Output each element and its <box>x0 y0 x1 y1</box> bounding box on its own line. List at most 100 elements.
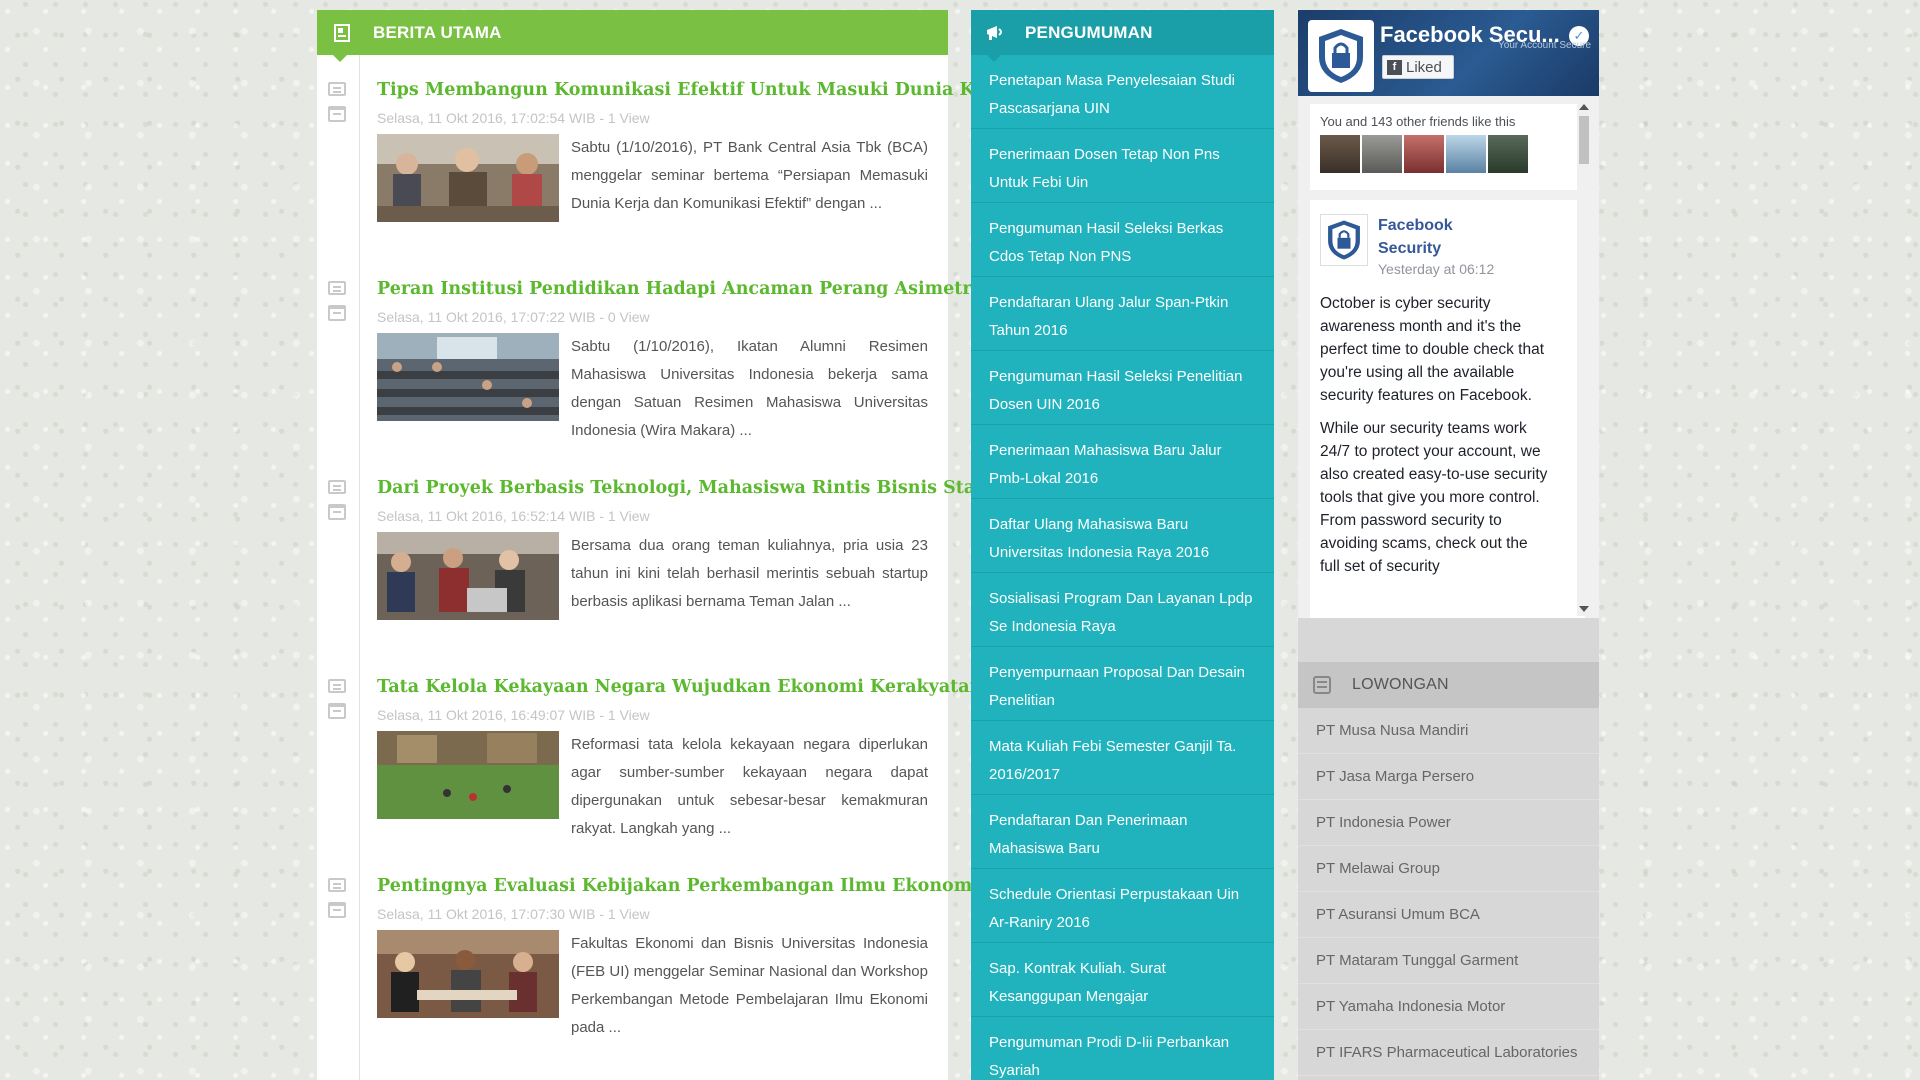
announcement-list: Penetapan Masa Penyelesaian Studi Pascas… <box>971 55 1274 1080</box>
job-item[interactable]: PT Jasa Marga Persero <box>1298 754 1599 800</box>
megaphone-icon <box>985 23 1005 43</box>
calendar-icon <box>328 902 346 918</box>
scroll-down-icon[interactable] <box>1579 606 1589 612</box>
widget-spacer <box>1298 618 1599 662</box>
jobs-list: PT Musa Nusa Mandiri PT Jasa Marga Perse… <box>1298 708 1599 1076</box>
post-author-link[interactable]: Facebook Security <box>1378 214 1498 260</box>
liked-label: Liked <box>1406 58 1442 76</box>
facebook-post: Facebook Security Yesterday at 06:12 Oct… <box>1310 200 1585 620</box>
friends-like-text: You and 143 other friends like this <box>1320 114 1516 129</box>
job-item[interactable]: PT Melawai Group <box>1298 846 1599 892</box>
announcement-item[interactable]: Schedule Orientasi Perpustakaan Uin Ar-R… <box>971 869 1274 943</box>
article-excerpt: Sabtu (1/10/2016), Ikatan Alumni Resimen… <box>571 338 928 439</box>
avatar[interactable] <box>1320 135 1360 173</box>
facebook-cover[interactable]: Facebook Secu... ✓ f Liked Your Account … <box>1298 10 1599 96</box>
news-header: BERITA UTAMA <box>317 10 948 62</box>
news-article: Tata Kelola Kekayaan Negara Wujudkan Eko… <box>317 677 982 878</box>
announcement-item[interactable]: Pengumuman Hasil Seleksi Berkas Cdos Tet… <box>971 203 1274 277</box>
article-excerpt: Reformasi tata kelola kekayaan negara di… <box>571 736 928 837</box>
friend-avatars <box>1320 135 1575 173</box>
article-meta: Selasa, 11 Okt 2016, 17:07:30 WIB - 1 Vi… <box>377 906 650 922</box>
news-article: Tips Membangun Komunikasi Efektif Untuk … <box>317 80 1012 281</box>
article-thumbnail[interactable] <box>377 532 559 620</box>
article-title-link[interactable]: Pentingnya Evaluasi Kebijakan Perkembang… <box>377 876 979 896</box>
article-thumbnail[interactable] <box>377 134 559 222</box>
news-panel: BERITA UTAMA Tips Membangun Komunikasi E… <box>317 10 1017 1080</box>
document-icon <box>328 480 346 494</box>
announcement-item[interactable]: Pendaftaran Dan Penerimaan Mahasiswa Bar… <box>971 795 1274 869</box>
article-title-link[interactable]: Dari Proyek Berbasis Teknologi, Mahasisw… <box>377 478 1017 498</box>
announcement-panel: PENGUMUMAN Penetapan Masa Penyelesaian S… <box>971 10 1274 1080</box>
article-icons <box>328 281 350 321</box>
post-body: October is cyber security awareness mont… <box>1320 292 1550 588</box>
announcement-item[interactable]: Sosialisasi Program Dan Layanan Lpdp Se … <box>971 573 1274 647</box>
article-meta: Selasa, 11 Okt 2016, 16:49:07 WIB - 1 Vi… <box>377 707 650 723</box>
announcement-item[interactable]: Pengumuman Prodi D-Iii Perbankan Syariah <box>971 1017 1274 1080</box>
document-icon <box>328 281 346 295</box>
article-meta: Selasa, 11 Okt 2016, 17:07:22 WIB - 0 Vi… <box>377 309 650 325</box>
news-article: Peran Institusi Pendidikan Hadapi Ancama… <box>317 279 988 480</box>
feed-scrollbar[interactable] <box>1577 100 1591 616</box>
job-item[interactable]: PT Asuransi Umum BCA <box>1298 892 1599 938</box>
announcement-item[interactable]: Mata Kuliah Febi Semester Ganjil Ta. 201… <box>971 721 1274 795</box>
article-title-link[interactable]: Tips Membangun Komunikasi Efektif Untuk … <box>377 80 1012 100</box>
article-meta: Selasa, 11 Okt 2016, 16:52:14 WIB - 1 Vi… <box>377 508 650 524</box>
document-icon <box>328 878 346 892</box>
job-item[interactable]: PT Indonesia Power <box>1298 800 1599 846</box>
article-icons <box>328 82 350 122</box>
jobs-header: LOWONGAN <box>1298 662 1599 708</box>
facebook-f-icon: f <box>1387 59 1402 75</box>
announcement-header: PENGUMUMAN <box>971 10 1274 62</box>
article-icons <box>328 878 350 918</box>
article-title-link[interactable]: Tata Kelola Kekayaan Negara Wujudkan Eko… <box>377 677 982 697</box>
document-icon <box>328 82 346 96</box>
job-item[interactable]: PT IFARS Pharmaceutical Laboratories <box>1298 1030 1599 1076</box>
facebook-page-widget: Facebook Secu... ✓ f Liked Your Account … <box>1298 10 1599 620</box>
avatar[interactable] <box>1404 135 1444 173</box>
announcement-item[interactable]: Pengumuman Hasil Seleksi Penelitian Dose… <box>971 351 1274 425</box>
article-meta: Selasa, 11 Okt 2016, 17:02:54 WIB - 1 Vi… <box>377 110 650 126</box>
scrollbar-thumb[interactable] <box>1579 116 1589 164</box>
job-item[interactable]: PT Mataram Tunggal Garment <box>1298 938 1599 984</box>
article-thumbnail[interactable] <box>377 333 559 421</box>
article-icons <box>328 480 350 520</box>
shield-lock-logo <box>1308 20 1374 92</box>
job-item[interactable]: PT Musa Nusa Mandiri <box>1298 708 1599 754</box>
jobs-panel: LOWONGAN PT Musa Nusa Mandiri PT Jasa Ma… <box>1298 662 1599 1080</box>
calendar-icon <box>328 305 346 321</box>
job-item[interactable]: PT Yamaha Indonesia Motor <box>1298 984 1599 1030</box>
article-thumbnail[interactable] <box>377 930 559 1018</box>
article-excerpt: Bersama dua orang teman kuliahnya, pria … <box>571 537 928 610</box>
news-article: Pentingnya Evaluasi Kebijakan Perkembang… <box>317 876 979 1077</box>
shield-lock-logo[interactable] <box>1320 214 1368 266</box>
post-paragraph: While our security teams work 24/7 to pr… <box>1320 420 1548 575</box>
announcement-title: PENGUMUMAN <box>1025 22 1153 42</box>
avatar[interactable] <box>1446 135 1486 173</box>
jobs-title: LOWONGAN <box>1352 676 1449 693</box>
scroll-up-icon[interactable] <box>1579 104 1589 110</box>
calendar-icon <box>328 504 346 520</box>
announcement-item[interactable]: Daftar Ulang Mahasiswa Baru Universitas … <box>971 499 1274 573</box>
avatar[interactable] <box>1488 135 1528 173</box>
calendar-icon <box>328 703 346 719</box>
avatar[interactable] <box>1362 135 1402 173</box>
announcement-item[interactable]: Penetapan Masa Penyelesaian Studi Pascas… <box>971 55 1274 129</box>
article-excerpt: Sabtu (1/10/2016), PT Bank Central Asia … <box>571 139 928 212</box>
announcement-item[interactable]: Penerimaan Mahasiswa Baru Jalur Pmb-Loka… <box>971 425 1274 499</box>
liked-button[interactable]: f Liked <box>1382 55 1454 79</box>
article-icons <box>328 679 350 719</box>
newspaper-icon <box>333 23 353 43</box>
announcement-item[interactable]: Sap. Kontrak Kuliah. Surat Kesanggupan M… <box>971 943 1274 1017</box>
article-thumbnail[interactable] <box>377 731 559 819</box>
news-title: BERITA UTAMA <box>373 22 502 42</box>
announcement-item[interactable]: Penyempurnaan Proposal Dan Desain Peneli… <box>971 647 1274 721</box>
announcement-item[interactable]: Penerimaan Dosen Tetap Non Pns Untuk Feb… <box>971 129 1274 203</box>
friends-like-box: You and 143 other friends like this <box>1310 104 1585 190</box>
facebook-feed[interactable]: You and 143 other friends like this Face… <box>1298 96 1599 620</box>
post-timestamp[interactable]: Yesterday at 06:12 <box>1378 261 1494 277</box>
header-caret <box>333 55 347 62</box>
document-icon <box>328 679 346 693</box>
article-title-link[interactable]: Peran Institusi Pendidikan Hadapi Ancama… <box>377 279 988 299</box>
post-paragraph: October is cyber security awareness mont… <box>1320 295 1545 404</box>
announcement-item[interactable]: Pendaftaran Ulang Jalur Span-Ptkin Tahun… <box>971 277 1274 351</box>
